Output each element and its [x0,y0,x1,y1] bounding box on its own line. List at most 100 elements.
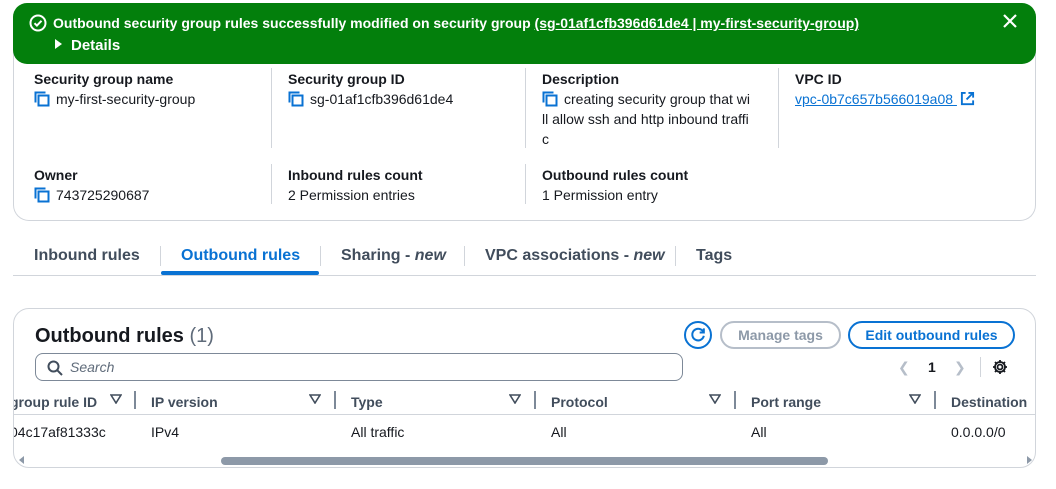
tab-sharing[interactable]: Sharing - new [341,246,446,266]
column-header-port-range[interactable]: Port range [751,392,821,412]
column-resizer[interactable] [734,391,736,409]
tab-vpc-associations-new: new [633,247,665,264]
sg-name-field: Security group name my-first-security-gr… [34,69,195,109]
description-label: Description [542,71,620,87]
search-input[interactable] [70,358,660,376]
copy-icon[interactable] [288,91,304,107]
success-flash-banner: Outbound security group rules successful… [13,3,1036,64]
inbound-count-field: Inbound rules count 2 Permission entries [288,165,423,205]
flash-message: Outbound security group rules successful… [53,13,859,33]
pager-separator [980,357,981,377]
horizontal-scrollbar[interactable] [14,453,1035,467]
column-header-destination[interactable]: Destination [951,392,1027,412]
copy-icon[interactable] [542,91,558,107]
owner-label: Owner [34,167,78,183]
owner-text: 743725290687 [56,187,150,203]
copy-icon[interactable] [34,187,50,203]
column-header-ip-version[interactable]: IP version [151,392,218,412]
column-resizer[interactable] [134,391,136,409]
tab-outbound-rules[interactable]: Outbound rules [181,246,300,266]
tab-tags[interactable]: Tags [696,246,732,266]
owner-field: Owner 743725290687 [34,165,149,205]
tab-separator [160,246,161,266]
scrollbar-thumb[interactable] [221,457,828,465]
refresh-button[interactable] [684,321,712,349]
cell-type: All traffic [351,424,405,440]
cell-port-range: All [751,424,767,440]
inbound-count-value: 2 Permission entries [288,187,415,203]
flash-security-group-link[interactable]: (sg-01af1cfb396d61de4 | my-first-securit… [535,15,859,31]
tab-sharing-new: new [414,247,446,264]
description-value: creating security group that wi [542,89,767,109]
sort-icon[interactable] [309,394,321,404]
flash-details-toggle[interactable]: Details [55,36,120,56]
cell-rule-id: 04c17af81333c [13,424,106,440]
close-icon[interactable] [1001,12,1019,30]
column-header-type[interactable]: Type [351,392,383,412]
description-field: Description creating security group that… [542,69,767,149]
sg-name-value: my-first-security-group [34,89,195,109]
copy-icon[interactable] [34,91,50,107]
description-line-1: creating security group that wi [564,91,750,107]
cell-ip-version: IPv4 [151,424,180,440]
scroll-left-arrow[interactable] [19,456,24,464]
search-icon [47,360,63,376]
tab-sharing-label: Sharing - [341,247,415,264]
sg-id-value: sg-01af1cfb396d61de4 [288,89,453,109]
table-header: group rule ID IP version Type Protocol P… [14,389,1035,415]
page-number[interactable]: 1 [928,357,936,377]
vpc-id-text[interactable]: vpc-0b7c657b566019a08 [795,91,953,107]
outbound-count-field: Outbound rules count 1 Permission entry [542,165,688,205]
manage-tags-button[interactable]: Manage tags [720,321,841,349]
divider [525,68,526,148]
check-circle-icon [29,14,47,32]
divider [778,68,779,148]
description-line-3: c [542,131,549,147]
sg-id-label: Security group ID [288,71,405,87]
sg-name-label: Security group name [34,71,174,87]
outbound-count-label: Outbound rules count [542,167,689,183]
tab-vpc-associations[interactable]: VPC associations - new [485,246,665,266]
rule-count: (1) [189,325,214,347]
vpc-id-link[interactable]: vpc-0b7c657b566019a08 [795,89,975,109]
tab-bar: Inbound rules Outbound rules Sharing - n… [13,238,1036,276]
panel-title: Outbound rules (1) [35,324,214,348]
sort-icon[interactable] [709,394,721,404]
vpc-id-field: VPC ID vpc-0b7c657b566019a08 [795,69,975,109]
caret-right-icon [55,39,62,49]
sort-icon[interactable] [509,394,521,404]
column-resizer[interactable] [934,391,936,409]
outbound-rules-panel: Outbound rules (1) Manage tags Edit outb… [13,308,1036,468]
scroll-right-arrow[interactable] [1027,456,1032,464]
description-line-2: ll allow ssh and http inbound traffi [542,111,749,127]
active-tab-indicator [161,271,319,275]
column-header-rule-id[interactable]: group rule ID [14,392,97,412]
next-page-button[interactable]: ❯ [954,357,966,377]
previous-page-button[interactable]: ❮ [898,357,910,377]
refresh-icon [691,327,705,342]
edit-outbound-rules-button[interactable]: Edit outbound rules [848,321,1015,349]
tab-separator [675,246,676,266]
gear-icon[interactable] [992,359,1008,375]
divider [271,164,272,204]
sort-icon[interactable] [909,394,921,404]
vpc-id-label: VPC ID [795,71,842,87]
cell-protocol: All [551,424,567,440]
tab-inbound-rules[interactable]: Inbound rules [34,246,140,266]
sg-id-text: sg-01af1cfb396d61de4 [310,91,454,107]
tab-separator [464,246,465,266]
outbound-count-value: 1 Permission entry [542,187,658,203]
divider [525,164,526,204]
sort-icon[interactable] [110,394,122,404]
column-resizer[interactable] [534,391,536,409]
divider [271,68,272,148]
sg-id-field: Security group ID sg-01af1cfb396d61de4 [288,69,453,109]
flash-details-label: Details [71,37,121,54]
sg-name-text: my-first-security-group [56,91,196,107]
column-resizer[interactable] [334,391,336,409]
search-field[interactable] [35,353,683,381]
panel-title-text: Outbound rules [35,325,184,347]
external-link-icon [960,91,974,106]
owner-value: 743725290687 [34,185,149,205]
column-header-protocol[interactable]: Protocol [551,392,608,412]
